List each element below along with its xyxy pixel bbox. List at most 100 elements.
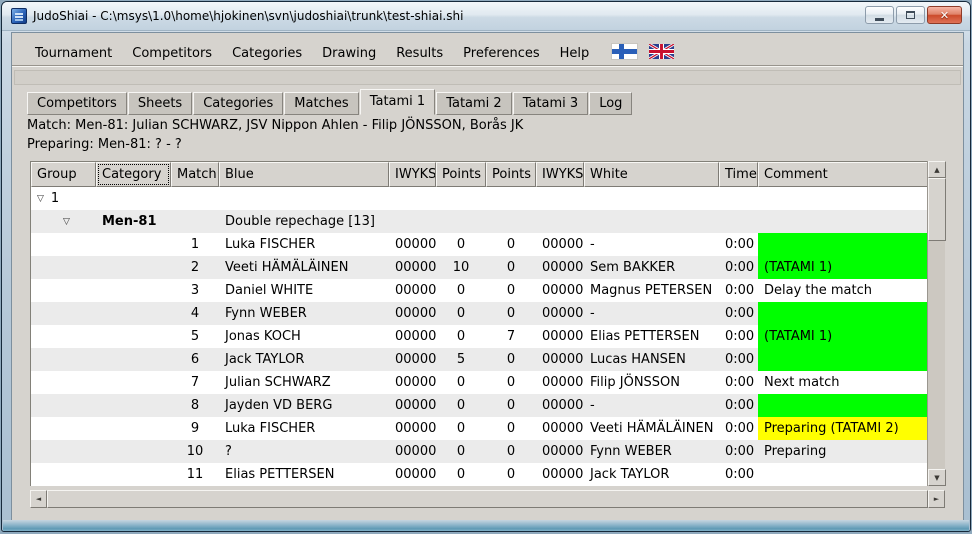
cell-empty [389, 210, 436, 233]
maximize-button[interactable] [896, 6, 925, 24]
cell-blue-points: 0 [436, 325, 486, 348]
cell-time: 0:00 [719, 440, 758, 463]
tab-categories[interactable]: Categories [193, 92, 283, 115]
tab-log[interactable]: Log [589, 92, 632, 115]
titlebar[interactable]: JudoShiai - C:\msys\1.0\home\hjokinen\sv… [2, 2, 970, 31]
cell-blue-points: 0 [436, 440, 486, 463]
vertical-scrollbar[interactable]: ▲ ▼ [927, 161, 945, 486]
cell-blue-iwyks: 00000 [389, 440, 436, 463]
cell-category [96, 279, 171, 302]
menu-competitors[interactable]: Competitors [123, 43, 221, 64]
column-header-points-5[interactable]: Points [436, 162, 486, 187]
cell-match-number: 1 [171, 233, 219, 256]
cell-match-number: 8 [171, 394, 219, 417]
cell-match-number: 10 [171, 440, 219, 463]
group-label: 1 [51, 191, 59, 206]
match-row[interactable]: 3Daniel WHITE000000000000Magnus PETERSEN… [31, 279, 928, 302]
match-row[interactable]: 2Veeti HÄMÄLÄINEN0000010000000Sem BAKKER… [31, 256, 928, 279]
scroll-right-icon[interactable]: ► [928, 490, 945, 508]
scroll-up-icon[interactable]: ▲ [928, 161, 946, 178]
minimize-icon [875, 18, 884, 21]
horizontal-scroll-thumb[interactable] [47, 490, 928, 508]
menu-help[interactable]: Help [551, 43, 599, 64]
scroll-down-icon[interactable]: ▼ [928, 469, 946, 486]
tab-tatami-2[interactable]: Tatami 2 [436, 92, 512, 115]
menu-tournament[interactable]: Tournament [26, 43, 121, 64]
match-row[interactable]: 4Fynn WEBER000000000000-0:00 [31, 302, 928, 325]
category-row[interactable]: ▽Men-81Double repechage [13] [31, 210, 928, 233]
cell-blue-name: Jonas KOCH [219, 325, 389, 348]
column-header-iwyks-4[interactable]: IWYKS [389, 162, 436, 187]
cell-blue-name: Fynn WEBER [219, 302, 389, 325]
cell-empty [171, 187, 219, 210]
uk-flag-icon[interactable] [649, 44, 674, 59]
column-header-group-0[interactable]: Group [31, 162, 96, 187]
column-header-blue-3[interactable]: Blue [219, 162, 389, 187]
expander-open-icon[interactable]: ▽ [37, 194, 44, 204]
cell-empty [758, 187, 928, 210]
cell-empty [436, 187, 486, 210]
cell-blue-iwyks: 00000 [389, 279, 436, 302]
cell-empty [96, 187, 171, 210]
tab-sheets[interactable]: Sheets [128, 92, 192, 115]
column-header-points-6[interactable]: Points [486, 162, 536, 187]
cell-match-number: 4 [171, 302, 219, 325]
match-row[interactable]: 5Jonas KOCH000000700000Elias PETTERSEN0:… [31, 325, 928, 348]
menu-categories[interactable]: Categories [223, 43, 311, 64]
menu-preferences[interactable]: Preferences [454, 43, 548, 64]
column-header-white-8[interactable]: White [584, 162, 719, 187]
cell-comment: Delay the match [758, 279, 928, 302]
column-header-category-1[interactable]: Category [96, 162, 171, 187]
match-row[interactable]: 8Jayden VD BERG000000000000-0:00 [31, 394, 928, 417]
cell-white-iwyks: 00000 [536, 394, 584, 417]
cell-group [31, 256, 96, 279]
cell-blue-name: Elias PETTERSEN [219, 463, 389, 486]
column-header-match-2[interactable]: Match [171, 162, 219, 187]
cell-match-number: 3 [171, 279, 219, 302]
match-row[interactable]: 6Jack TAYLOR000005000000Lucas HANSEN0:00 [31, 348, 928, 371]
expander-open-icon[interactable]: ▽ [63, 217, 70, 227]
cell-empty [584, 187, 719, 210]
finnish-flag-icon[interactable] [612, 44, 637, 59]
tab-matches[interactable]: Matches [284, 92, 358, 115]
cell-blue-iwyks: 00000 [389, 394, 436, 417]
cell-white-points: 0 [486, 256, 536, 279]
cell-empty [486, 187, 536, 210]
close-button[interactable]: ✕ [927, 6, 962, 24]
scroll-left-icon[interactable]: ◄ [30, 490, 47, 508]
cell-blue-iwyks: 00000 [389, 302, 436, 325]
cell-white-name: Fynn WEBER [584, 440, 719, 463]
cell-category [96, 394, 171, 417]
cell-white-points: 0 [486, 302, 536, 325]
cell-blue-iwyks: 00000 [389, 233, 436, 256]
cell-empty [389, 187, 436, 210]
cell-white-points: 0 [486, 371, 536, 394]
column-header-iwyks-7[interactable]: IWYKS [536, 162, 584, 187]
horizontal-scrollbar[interactable]: ◄ ► [30, 490, 945, 508]
cell-time: 0:00 [719, 394, 758, 417]
tab-tatami-3[interactable]: Tatami 3 [513, 92, 589, 115]
match-row[interactable]: 9Luka FISCHER000000000000Veeti HÄMÄLÄINE… [31, 417, 928, 440]
tab-competitors[interactable]: Competitors [27, 92, 127, 115]
cell-white-iwyks: 00000 [536, 371, 584, 394]
cell-comment [758, 394, 928, 417]
tab-bar: CompetitorsSheetsCategoriesMatchesTatami… [27, 88, 633, 115]
cell-time: 0:00 [719, 302, 758, 325]
cell-category [96, 440, 171, 463]
menu-drawing[interactable]: Drawing [313, 43, 385, 64]
vertical-scroll-thumb[interactable] [928, 178, 946, 241]
column-header-time-9[interactable]: Time [719, 162, 758, 187]
column-header-comment-10[interactable]: Comment [758, 162, 928, 187]
match-row[interactable]: 11Elias PETTERSEN000000000000Jack TAYLOR… [31, 463, 928, 486]
menu-results[interactable]: Results [387, 43, 452, 64]
cell-white-name: Jack TAYLOR [584, 463, 719, 486]
match-row[interactable]: 10?000000000000Fynn WEBER0:00Preparing [31, 440, 928, 463]
tab-tatami-1[interactable]: Tatami 1 [360, 89, 436, 115]
match-row[interactable]: 1Luka FISCHER000000000000-0:00 [31, 233, 928, 256]
cell-category [96, 256, 171, 279]
group-row[interactable]: ▽1 [31, 187, 928, 210]
match-row[interactable]: 7Julian SCHWARZ000000000000Filip JÖNSSON… [31, 371, 928, 394]
cell-time: 0:00 [719, 279, 758, 302]
minimize-button[interactable] [865, 6, 894, 24]
cell-comment: Preparing (TATAMI 2) [758, 417, 928, 440]
